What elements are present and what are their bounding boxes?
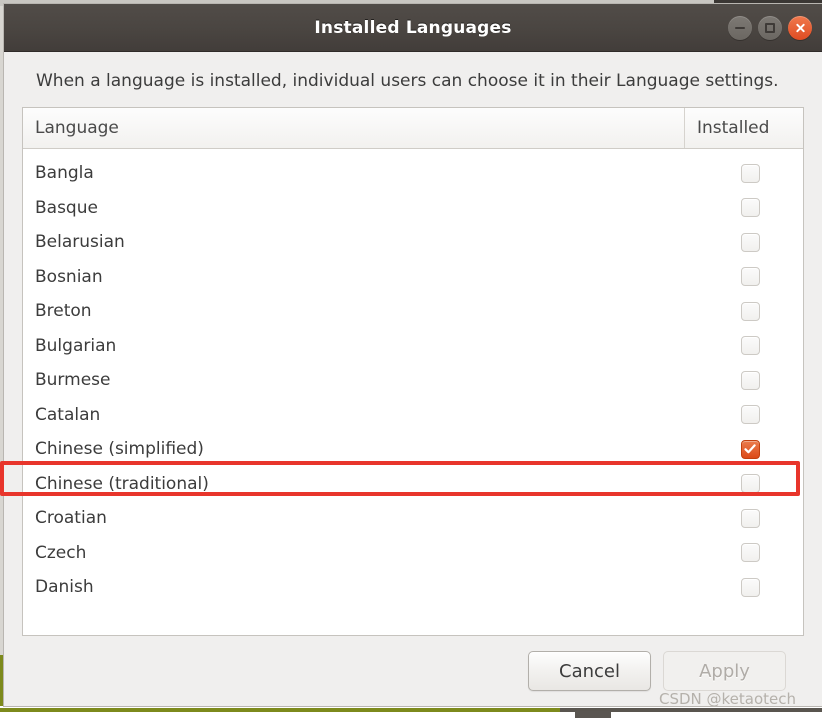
installed-checkbox[interactable] xyxy=(740,336,760,356)
installed-cell[interactable] xyxy=(697,370,803,390)
table-row[interactable]: Burmese xyxy=(23,362,803,398)
table-row[interactable]: Czech xyxy=(23,535,803,570)
languages-list-header: Language Installed xyxy=(23,107,803,149)
table-row[interactable]: Belarusian xyxy=(23,224,803,260)
apply-button: Apply xyxy=(663,651,786,691)
installed-checkbox-checked[interactable] xyxy=(740,439,760,459)
language-name-cell: Chinese (simplified) xyxy=(35,439,204,460)
installed-languages-dialog: Installed Languages When a language is i… xyxy=(4,4,822,706)
installed-cell[interactable] xyxy=(697,198,803,218)
close-button[interactable] xyxy=(788,15,812,40)
table-row[interactable]: Breton xyxy=(23,293,803,329)
table-row[interactable]: Chinese (simplified) xyxy=(23,431,803,467)
installed-checkbox[interactable] xyxy=(740,405,760,425)
language-name-cell: Czech xyxy=(35,542,87,563)
table-row[interactable]: Bosnian xyxy=(23,259,803,294)
languages-list-frame: Language Installed Bangla Bangla Basque Be… xyxy=(22,106,804,636)
language-name-cell: Belarusian xyxy=(35,232,125,253)
column-header-language[interactable]: Language xyxy=(23,107,685,148)
installed-checkbox[interactable] xyxy=(740,163,760,183)
installed-checkbox[interactable] xyxy=(740,577,760,597)
installed-cell[interactable] xyxy=(697,577,803,597)
cancel-button[interactable]: Cancel xyxy=(528,651,651,691)
close-icon xyxy=(795,22,806,33)
minimize-icon xyxy=(735,26,745,29)
installed-cell[interactable] xyxy=(697,267,803,287)
language-name-cell: Catalan xyxy=(35,404,101,425)
installed-checkbox[interactable] xyxy=(740,543,760,563)
maximize-icon xyxy=(765,22,775,33)
table-row[interactable]: Bulgarian xyxy=(23,328,803,363)
installed-cell[interactable] xyxy=(697,405,803,425)
installed-cell[interactable] xyxy=(697,301,803,321)
language-name-cell: Chinese (traditional) xyxy=(35,473,209,494)
installed-checkbox[interactable] xyxy=(740,198,760,218)
watermark-text: CSDN @ketaotech xyxy=(658,690,796,706)
languages-list-body[interactable]: Bangla Bangla Basque Belarusian Bosnian Bret… xyxy=(23,149,803,635)
language-name-cell: Basque xyxy=(35,197,98,218)
installed-cell[interactable] xyxy=(697,232,803,252)
installed-cell[interactable] xyxy=(697,336,803,356)
maximize-button[interactable] xyxy=(758,15,782,40)
column-header-installed[interactable]: Installed xyxy=(685,108,803,148)
table-row[interactable]: Basque xyxy=(23,190,803,225)
dialog-description: When a language is installed, individual… xyxy=(36,71,779,91)
table-row[interactable]: Catalan xyxy=(23,397,803,432)
installed-checkbox[interactable] xyxy=(740,301,760,321)
table-row[interactable]: Danish xyxy=(23,569,803,605)
language-name-cell: Bosnian xyxy=(35,266,103,287)
minimize-button[interactable] xyxy=(728,15,752,40)
installed-checkbox[interactable] xyxy=(740,370,760,390)
language-name-cell: Bangla xyxy=(35,163,94,184)
dialog-body: When a language is installed, individual… xyxy=(4,52,822,706)
language-name-cell: Breton xyxy=(35,301,92,322)
installed-checkbox[interactable] xyxy=(740,232,760,252)
installed-cell[interactable] xyxy=(697,439,803,459)
clipped-top-row: Bangla xyxy=(23,149,803,156)
installed-checkbox[interactable] xyxy=(740,474,760,494)
language-name-cell: Burmese xyxy=(35,370,111,391)
installed-cell[interactable] xyxy=(697,543,803,563)
language-name-cell: Bulgarian xyxy=(35,335,117,356)
taskbar-indicator xyxy=(575,711,611,718)
table-row[interactable]: Chinese (traditional) xyxy=(23,466,803,501)
title-bar[interactable]: Installed Languages xyxy=(4,4,822,52)
language-name-cell: Croatian xyxy=(35,508,107,529)
languages-rows: Bangla Basque Belarusian Bosnian Breton Bulga… xyxy=(23,155,803,605)
dialog-action-bar: Cancel Apply CSDN @ketaotech xyxy=(22,636,804,706)
desktop-accent-bottom xyxy=(0,708,560,712)
table-row[interactable]: Croatian xyxy=(23,500,803,536)
window-controls xyxy=(728,15,812,40)
installed-cell[interactable] xyxy=(697,163,803,183)
screen: Installed Languages When a language is i… xyxy=(0,0,822,718)
checkmark-icon xyxy=(744,444,756,454)
installed-checkbox[interactable] xyxy=(740,508,760,528)
language-name-cell: Danish xyxy=(35,577,94,598)
window-title: Installed Languages xyxy=(314,17,512,38)
installed-cell[interactable] xyxy=(697,508,803,528)
installed-cell[interactable] xyxy=(697,474,803,494)
table-row[interactable]: Bangla xyxy=(23,155,803,191)
installed-checkbox[interactable] xyxy=(740,267,760,287)
